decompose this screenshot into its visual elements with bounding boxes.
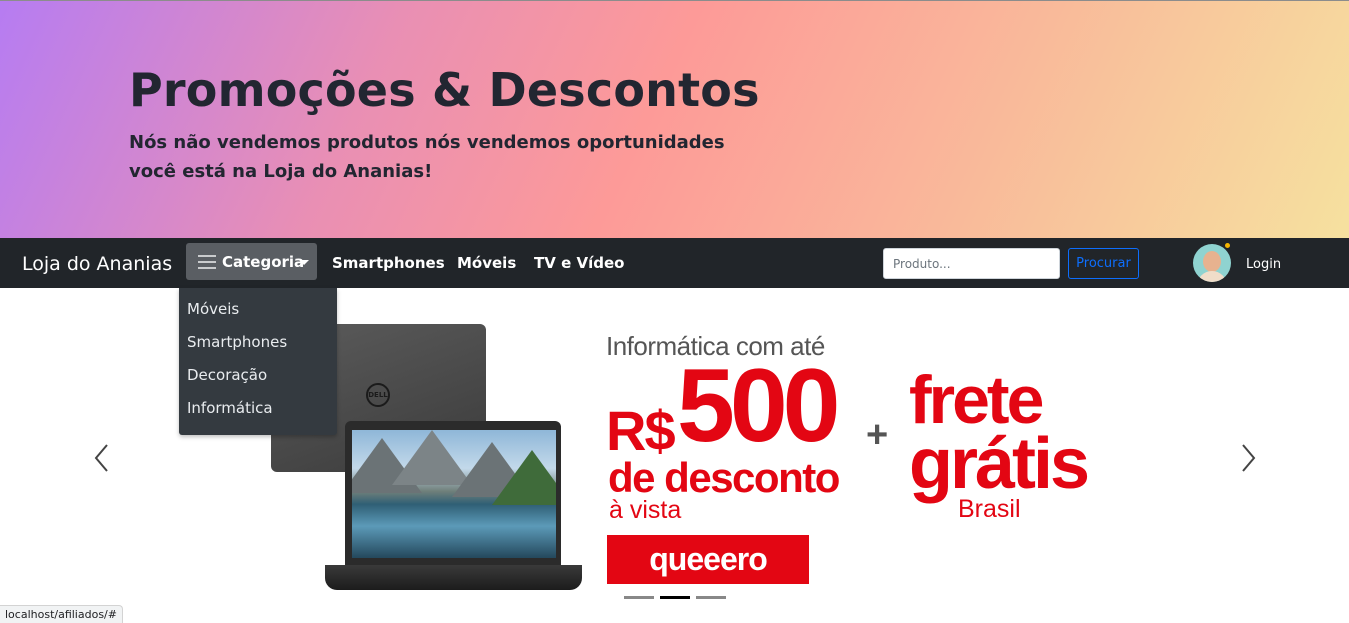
category-dropdown-toggle[interactable]: Categoria	[186, 243, 317, 280]
dropdown-item-moveis[interactable]: Móveis	[187, 300, 239, 318]
avatar-body	[1197, 271, 1227, 282]
carousel-next-icon[interactable]	[1234, 441, 1262, 475]
nav-link-smartphones[interactable]: Smartphones	[332, 254, 445, 272]
promo-payment-label: à vista	[609, 496, 682, 524]
promo-region: Brasil	[958, 495, 1021, 523]
hero-title: Promoções & Descontos	[129, 63, 760, 117]
search-button[interactable]: Procurar	[1068, 248, 1139, 279]
promo-gratis: grátis	[909, 424, 1090, 504]
carousel-indicator-active[interactable]	[660, 596, 690, 599]
search-input[interactable]	[883, 248, 1060, 279]
laptop-screen-wallpaper	[352, 430, 556, 558]
carousel-indicator[interactable]	[624, 596, 654, 599]
navbar: Loja do Ananias Categoria Smartphones Mó…	[0, 238, 1349, 288]
avatar-sparkle-icon	[1225, 243, 1230, 248]
nav-link-moveis[interactable]: Móveis	[457, 254, 516, 272]
hero-banner: Promoções & Descontos Nós não vendemos p…	[0, 0, 1349, 238]
dell-logo: DELL	[366, 383, 390, 407]
category-label: Categoria	[222, 253, 305, 271]
hamburger-icon	[198, 255, 216, 269]
caret-down-icon	[299, 260, 309, 265]
laptop-base-image	[325, 565, 582, 590]
login-link[interactable]: Login	[1246, 257, 1281, 272]
hero-subtitle: Nós não vendemos produtos nós vendemos o…	[129, 128, 725, 186]
carousel-indicator[interactable]	[696, 596, 726, 599]
avatar-face	[1203, 251, 1221, 272]
promo-amount: 500	[677, 348, 841, 464]
hero-subtitle-line-1: Nós não vendemos produtos nós vendemos o…	[129, 132, 725, 153]
nav-link-tv-video[interactable]: TV e Vídeo	[534, 254, 624, 272]
avatar[interactable]	[1193, 244, 1231, 282]
dropdown-item-decoracao[interactable]: Decoração	[187, 366, 267, 384]
dropdown-item-informatica[interactable]: Informática	[187, 399, 273, 417]
category-dropdown-menu: Móveis Smartphones Decoração Informática	[179, 288, 337, 435]
brand-link[interactable]: Loja do Ananias	[22, 253, 172, 275]
promo-plus-sign: +	[866, 414, 889, 456]
carousel-prev-icon[interactable]	[88, 441, 116, 475]
dropdown-item-smartphones[interactable]: Smartphones	[187, 333, 287, 351]
promo-cta-button[interactable]: queeero	[607, 535, 809, 584]
browser-status-url: localhost/afiliados/#	[0, 605, 123, 623]
hero-subtitle-line-2: você está na Loja do Ananias!	[129, 161, 433, 182]
promo-discount-label: de desconto	[608, 454, 840, 501]
carousel-indicators	[624, 596, 732, 614]
